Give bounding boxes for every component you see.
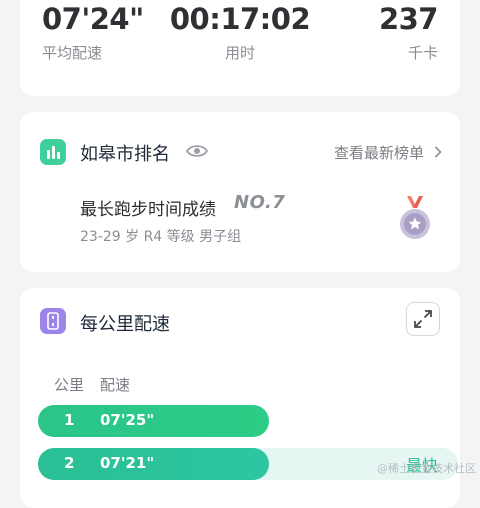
calories-value: 237 bbox=[378, 2, 439, 36]
bar-chart-icon bbox=[40, 139, 66, 165]
expand-button[interactable] bbox=[406, 302, 440, 336]
pace-row-value: 07'21" bbox=[100, 454, 155, 472]
eye-icon[interactable] bbox=[185, 143, 209, 159]
pace-section-title: 每公里配速 bbox=[80, 314, 170, 335]
ranking-title: 如皋市排名 bbox=[80, 144, 170, 165]
pace-row-km: 1 bbox=[64, 411, 75, 429]
view-latest-ranking-label: 查看最新榜单 bbox=[333, 144, 424, 162]
best-record-group: 23-29 岁 R4 等级 男子组 bbox=[80, 229, 242, 245]
workout-stats-card: 07'24" 平均配速 00:17:02 用时 237 千卡 bbox=[20, 0, 460, 96]
pace-row: 1 07'25" bbox=[38, 405, 458, 437]
best-record-title: 最长跑步时间成绩 bbox=[80, 200, 216, 220]
watermark: @稀土掘金技术社区 bbox=[377, 462, 476, 475]
column-header-km: 公里 bbox=[54, 376, 85, 394]
pace-row-value: 07'25" bbox=[100, 411, 155, 429]
list-icon bbox=[40, 308, 66, 334]
pace-row-km: 2 bbox=[64, 454, 75, 472]
city-ranking-card[interactable]: 如皋市排名 查看最新榜单 最长跑步时间成绩 NO.7 23-29 岁 R4 等级… bbox=[20, 112, 460, 272]
chevron-right-icon bbox=[434, 144, 442, 162]
best-record-rank: NO.7 bbox=[234, 192, 286, 213]
calories-label: 千卡 bbox=[407, 44, 438, 62]
column-header-pace: 配速 bbox=[100, 376, 131, 394]
calories-stat: 237 千卡 bbox=[378, 2, 439, 63]
view-latest-ranking-link[interactable]: 查看最新榜单 bbox=[334, 142, 442, 163]
medal-icon bbox=[398, 196, 432, 242]
